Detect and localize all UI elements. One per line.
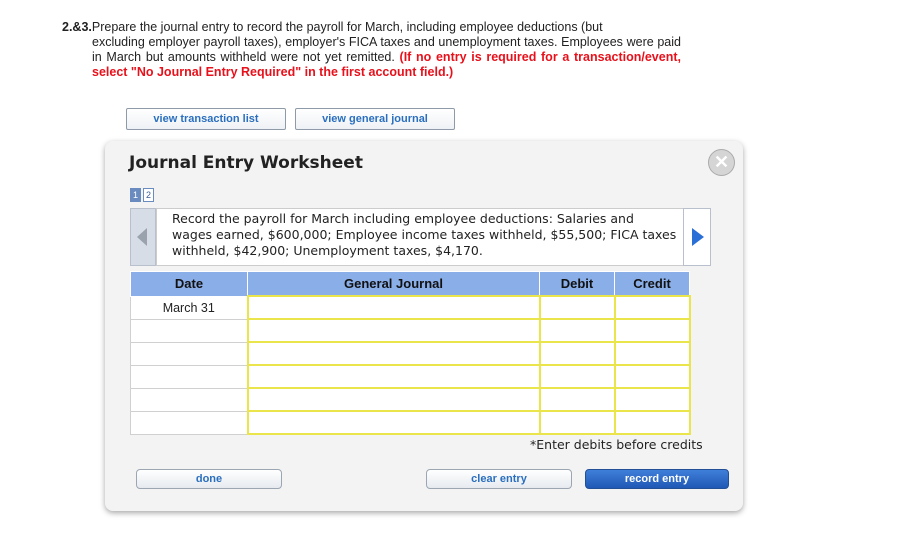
general-journal-column-header: General Journal (247, 271, 540, 297)
date-cell (130, 318, 248, 343)
transaction-description-text: Record the payroll for March including e… (172, 211, 677, 258)
journal-table-header: Date General Journal Debit Credit (130, 271, 690, 297)
next-arrow-icon[interactable] (683, 208, 711, 266)
table-row (130, 387, 691, 412)
credit-column-header: Credit (614, 271, 690, 297)
account-field[interactable] (246, 387, 541, 412)
debit-field[interactable] (538, 318, 616, 343)
account-field[interactable] (246, 295, 541, 320)
account-field[interactable] (246, 341, 541, 366)
date-cell (130, 341, 248, 366)
previous-arrow-icon[interactable] (130, 208, 156, 266)
clear-entry-button[interactable]: clear entry (426, 469, 572, 489)
table-row (130, 341, 691, 366)
question-line1: Prepare the journal entry to record the … (91, 20, 603, 34)
credit-field[interactable] (613, 364, 691, 389)
question-text: 2.&3.Prepare the journal entry to record… (62, 20, 681, 80)
table-row (130, 318, 691, 343)
date-cell (130, 410, 248, 435)
done-button[interactable]: done (136, 469, 282, 489)
date-cell (130, 387, 248, 412)
credit-field[interactable] (613, 295, 691, 320)
account-field[interactable] (246, 410, 541, 435)
date-cell (130, 364, 248, 389)
table-row (130, 364, 691, 389)
account-field[interactable] (246, 364, 541, 389)
credit-field[interactable] (613, 341, 691, 366)
journal-entry-worksheet: Journal Entry Worksheet ✕ 1 2 Record the… (105, 141, 743, 511)
date-cell: March 31 (130, 295, 248, 320)
page-2-button[interactable]: 2 (143, 188, 154, 202)
question-body: excluding employer payroll taxes), emplo… (62, 35, 681, 80)
table-row: March 31 (130, 295, 691, 320)
close-icon[interactable]: ✕ (708, 149, 735, 176)
transaction-description: Record the payroll for March including e… (156, 208, 684, 266)
credit-field[interactable] (613, 387, 691, 412)
debits-before-credits-hint: *Enter debits before credits (530, 437, 703, 452)
view-general-journal-button[interactable]: view general journal (295, 108, 455, 130)
debit-field[interactable] (538, 410, 616, 435)
question-number: 2.&3. (62, 20, 92, 34)
page-1-button[interactable]: 1 (130, 188, 141, 202)
record-entry-button[interactable]: record entry (585, 469, 729, 489)
view-transaction-list-button[interactable]: view transaction list (126, 108, 286, 130)
worksheet-title: Journal Entry Worksheet (129, 153, 363, 173)
page-indicator: 1 2 (130, 188, 154, 202)
journal-table: Date General Journal Debit Credit March … (130, 271, 711, 435)
debit-field[interactable] (538, 387, 616, 412)
credit-field[interactable] (613, 410, 691, 435)
debit-field[interactable] (538, 364, 616, 389)
account-field[interactable] (246, 318, 541, 343)
date-column-header: Date (130, 271, 248, 297)
credit-field[interactable] (613, 318, 691, 343)
table-row (130, 410, 691, 435)
debit-field[interactable] (538, 295, 616, 320)
debit-column-header: Debit (539, 271, 615, 297)
debit-field[interactable] (538, 341, 616, 366)
